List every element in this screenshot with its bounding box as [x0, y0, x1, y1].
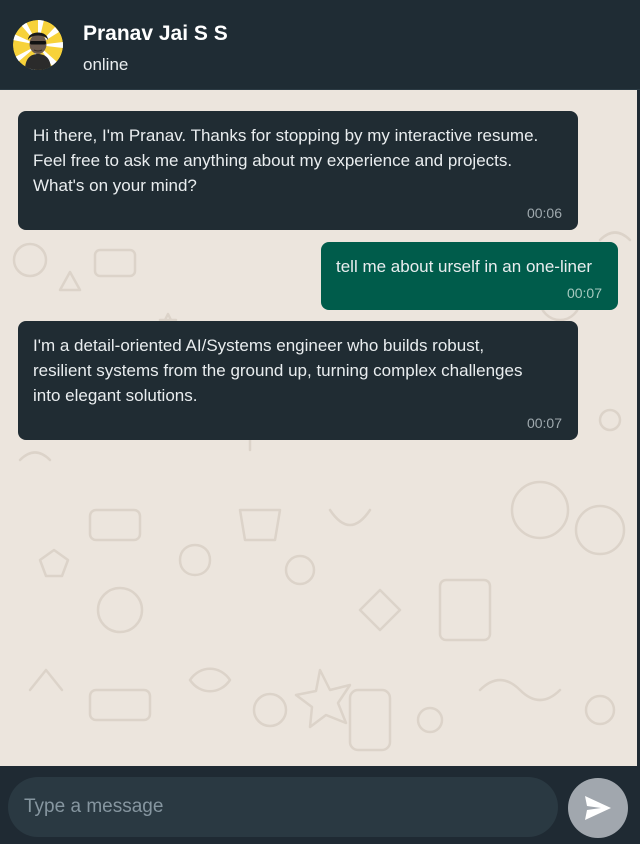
contact-status: online — [83, 55, 129, 74]
chat-header: Pranav Jai S S online — [0, 0, 640, 90]
message-list[interactable]: Hi there, I'm Pranav. Thanks for stoppin… — [0, 90, 637, 766]
message-bubble-incoming[interactable]: Hi there, I'm Pranav. Thanks for stoppin… — [18, 111, 578, 230]
message-composer — [0, 766, 640, 844]
message-time: 00:07 — [566, 285, 602, 301]
message-input[interactable] — [8, 777, 558, 837]
message-text: Hi there, I'm Pranav. Thanks for stoppin… — [33, 126, 539, 195]
message-text: tell me about urself in an one-liner — [336, 257, 593, 276]
send-icon — [585, 796, 611, 820]
message-bubble-outgoing[interactable]: tell me about urself in an one-liner 00:… — [321, 242, 618, 310]
message-time: 00:06 — [526, 205, 562, 221]
avatar[interactable] — [13, 20, 63, 70]
message-bubble-incoming[interactable]: I'm a detail-oriented AI/Systems enginee… — [18, 321, 578, 440]
message-text: I'm a detail-oriented AI/Systems enginee… — [33, 336, 523, 405]
contact-name: Pranav Jai S S — [83, 22, 228, 45]
avatar-image — [13, 20, 63, 70]
send-button[interactable] — [568, 778, 628, 838]
chat-app: Pranav Jai S S online Hi there, I'm Pran… — [0, 0, 640, 844]
message-time: 00:07 — [526, 415, 562, 431]
